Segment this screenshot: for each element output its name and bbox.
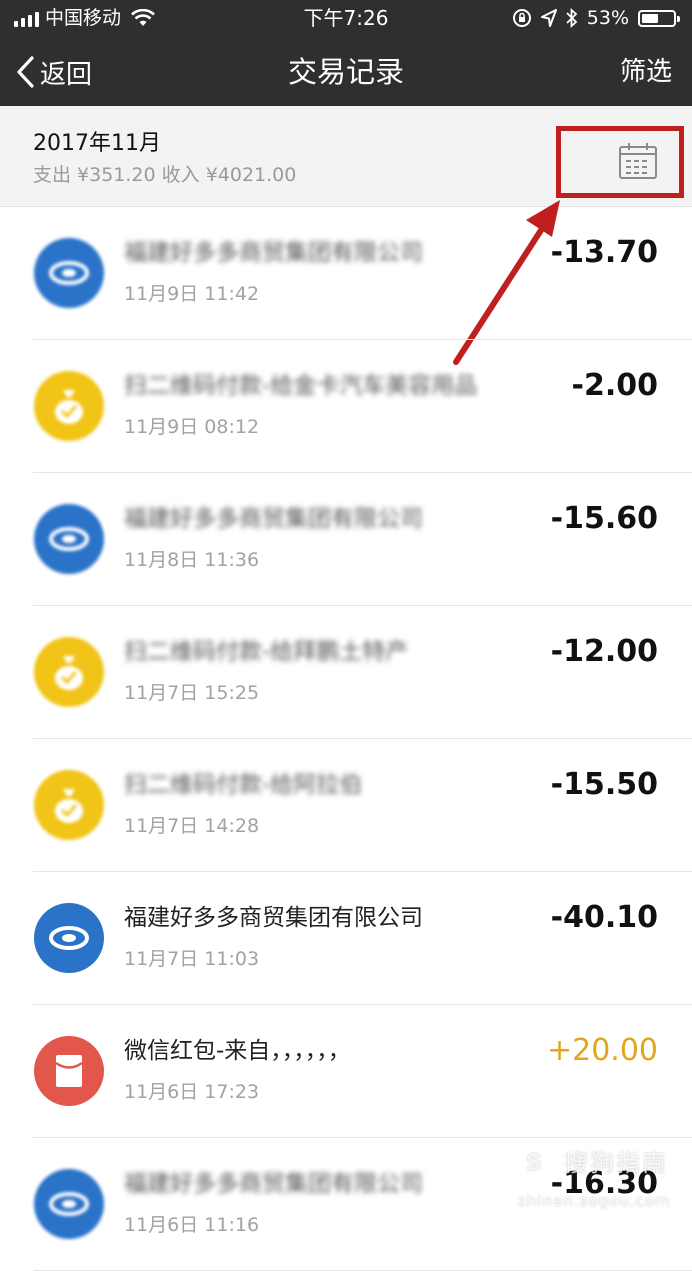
- transaction-amount: -16.30: [550, 1166, 658, 1201]
- transaction-title: 微信红包-来自，，，，，，: [124, 1038, 351, 1064]
- transaction-title: 福建好多多商贸集团有限公司: [124, 1171, 423, 1197]
- merchant-icon: [34, 504, 104, 574]
- transaction-date: 11月7日 14:28: [124, 815, 260, 837]
- money-bag-icon: [34, 770, 104, 840]
- month-summary-header: 2017年11月 支出 ¥351.20 收入 ¥4021.00: [0, 106, 692, 207]
- transaction-date: 11月6日 11:16: [124, 1214, 260, 1236]
- merchant-icon: [34, 238, 104, 308]
- transaction-row[interactable]: 扫二维码付款-给阿拉伯 11月7日 14:28 -15.50: [0, 739, 692, 872]
- battery-percent: 53%: [586, 7, 629, 29]
- status-right: 53%: [512, 5, 680, 31]
- month-totals: 支出 ¥351.20 收入 ¥4021.00: [33, 164, 297, 186]
- transaction-row[interactable]: 扫二维码付款-给拜鹏土特产 11月7日 15:25 -12.00: [0, 606, 692, 739]
- page-title: 交易记录: [287, 55, 404, 89]
- transaction-amount: -2.00: [571, 368, 658, 403]
- filter-button[interactable]: 筛选: [620, 52, 672, 92]
- status-bar: 中国移动 下午7:26 53%: [0, 0, 692, 36]
- location-icon: [540, 9, 557, 27]
- transaction-list: 福建好多多商贸集团有限公司 11月9日 11:42 -13.70 扫二维码付款-给金卡…: [0, 207, 692, 1271]
- transaction-title: 福建好多多商贸集团有限公司: [124, 240, 423, 266]
- transaction-amount: -13.70: [550, 235, 658, 270]
- transaction-title: 扫二维码付款-给拜鹏土特产: [124, 639, 409, 665]
- money-bag-icon: [34, 371, 104, 441]
- battery-icon: [638, 9, 680, 27]
- transaction-row[interactable]: 福建好多多商贸集团有限公司 11月9日 11:42 -13.70: [0, 207, 692, 340]
- transaction-date: 11月9日 11:42: [124, 283, 260, 305]
- transaction-title: 扫二维码付款-给阿拉伯: [124, 772, 363, 798]
- transaction-row[interactable]: 扫二维码付款-给金卡汽车美容用品 11月9日 08:12 -2.00: [0, 340, 692, 473]
- red-packet-icon: [34, 1036, 104, 1106]
- transaction-date: 11月7日 11:03: [124, 948, 260, 970]
- bluetooth-icon: [566, 8, 578, 28]
- transaction-date: 11月7日 15:25: [124, 682, 260, 704]
- transaction-title: 福建好多多商贸集团有限公司: [124, 506, 423, 532]
- merchant-icon: [34, 1169, 104, 1239]
- transaction-title: 福建好多多商贸集团有限公司: [124, 905, 423, 931]
- transaction-row[interactable]: 福建好多多商贸集团有限公司 11月8日 11:36 -15.60: [0, 473, 692, 606]
- battery-level: [642, 13, 658, 23]
- calendar-icon[interactable]: [618, 142, 658, 180]
- money-bag-icon: [34, 637, 104, 707]
- transaction-date: 11月8日 11:36: [124, 549, 260, 571]
- back-button[interactable]: 返回: [16, 52, 92, 92]
- chevron-left-icon: [17, 56, 34, 88]
- transaction-date: 11月9日 08:12: [124, 416, 260, 438]
- transaction-amount: -40.10: [550, 900, 658, 935]
- transaction-row[interactable]: 微信红包-来自，，，，，， 11月6日 17:23 +20.00: [0, 1005, 692, 1138]
- transaction-title: 扫二维码付款-给金卡汽车美容用品: [124, 373, 478, 399]
- nav-bar: 返回 交易记录 筛选: [0, 38, 692, 106]
- transaction-amount: +20.00: [546, 1033, 658, 1068]
- transaction-amount: -15.60: [550, 501, 658, 536]
- transaction-row[interactable]: 福建好多多商贸集团有限公司 11月7日 11:03 -40.10: [0, 872, 692, 1005]
- header: 中国移动 下午7:26 53% 返回 交易记录 筛选: [0, 0, 692, 106]
- back-label: 返回: [40, 59, 93, 90]
- merchant-icon: [34, 903, 104, 973]
- month-title: 2017年11月: [33, 131, 161, 156]
- transaction-amount: -15.50: [550, 767, 658, 802]
- transaction-amount: -12.00: [550, 634, 658, 669]
- transaction-date: 11月6日 17:23: [124, 1081, 260, 1103]
- orientation-lock-icon: [512, 9, 531, 27]
- transaction-row[interactable]: 福建好多多商贸集团有限公司 11月6日 11:16 -16.30: [0, 1138, 692, 1271]
